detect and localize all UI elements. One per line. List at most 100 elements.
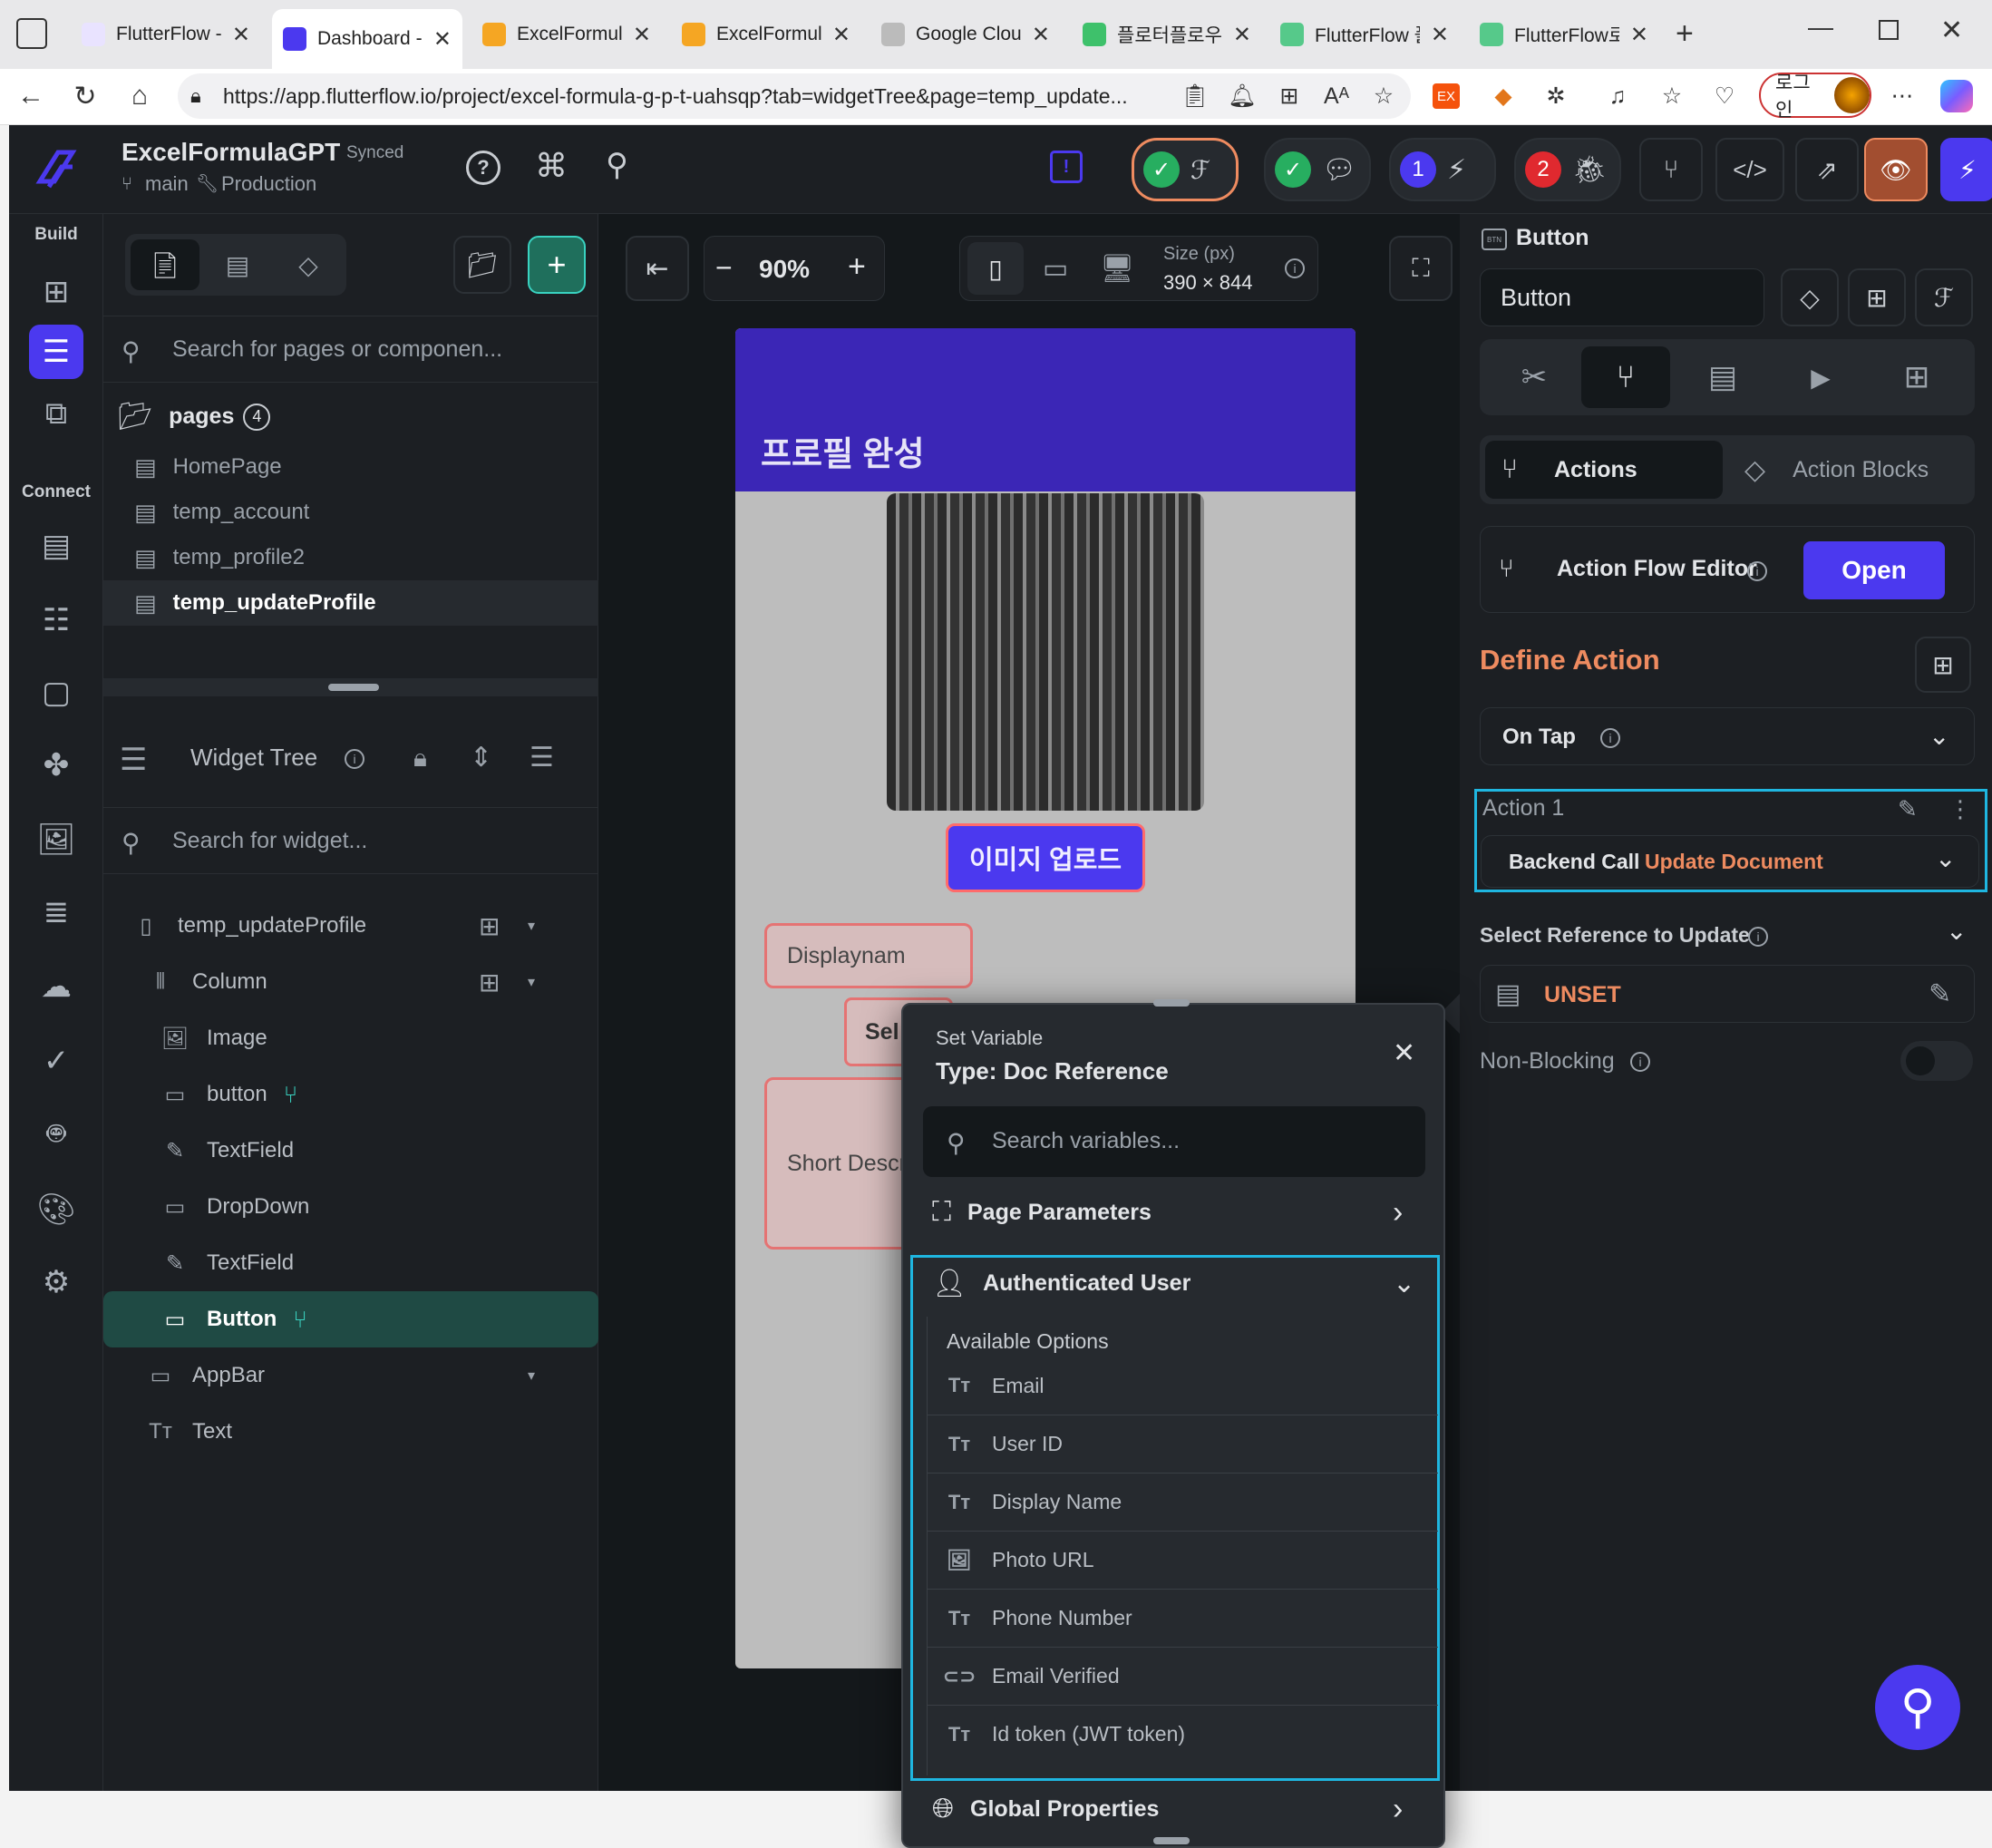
media-icon[interactable]: ♫ xyxy=(1601,80,1634,112)
widget-tree-node[interactable]: ⦀ Column ⊞ ▾ xyxy=(103,954,598,1010)
close-tab-icon[interactable]: ✕ xyxy=(1032,22,1050,48)
tablet-icon[interactable]: ▭ xyxy=(1033,246,1078,291)
actions-tab[interactable]: ⑂ Actions xyxy=(1485,441,1723,499)
settings-icon[interactable]: ⚙︎ xyxy=(29,1255,83,1309)
variable-option[interactable]: Tт Id token (JWT token) xyxy=(927,1705,1438,1763)
search-help-fab[interactable]: ⚲ xyxy=(1875,1665,1960,1750)
favorites-icon[interactable]: ☆ xyxy=(1656,80,1688,112)
widget-tree-node[interactable]: ✎ TextField xyxy=(103,1235,598,1291)
read-aloud-icon[interactable]: Aᴬ xyxy=(1320,80,1353,112)
more-icon[interactable]: ⋯ xyxy=(1886,80,1919,112)
close-tab-icon[interactable]: ✕ xyxy=(232,22,250,48)
caret-down-icon[interactable]: ▾ xyxy=(528,973,535,991)
chevron-down-icon[interactable]: ⌄ xyxy=(1946,916,1967,946)
info-icon[interactable]: i xyxy=(1630,1052,1650,1072)
add-folder-button[interactable]: 📁︎ xyxy=(453,236,511,294)
browser-tab[interactable]: FlutterFlow로 ✕ xyxy=(1469,9,1659,60)
canvas-settings-button[interactable]: ⛶ xyxy=(1389,236,1453,301)
palette-icon[interactable]: 🎨︎ xyxy=(29,1182,83,1237)
info-icon[interactable]: i xyxy=(345,749,364,769)
browser-tab[interactable]: ExcelFormula ✕ xyxy=(471,9,662,60)
more-vert-icon[interactable]: ⋮ xyxy=(1948,795,1972,823)
pages-tab-icon[interactable]: 📄︎ xyxy=(131,239,199,290)
edit-icon[interactable]: ✎ xyxy=(1929,978,1951,1010)
variable-option[interactable]: Tт Phone Number xyxy=(927,1589,1438,1647)
code-button[interactable]: </> xyxy=(1715,138,1784,201)
global-properties-item[interactable]: 🌐︎ Global Properties › xyxy=(932,1792,1422,1826)
bell-icon[interactable]: 🔔︎ xyxy=(1226,80,1258,112)
apps-icon[interactable]: ⊞ xyxy=(1273,80,1306,112)
authenticated-user-item[interactable]: 👤︎ Authenticated User ⌄ xyxy=(932,1268,1422,1299)
clipboard-icon[interactable]: 📋︎ xyxy=(1179,80,1211,112)
branch-tree-button[interactable]: ⑂ xyxy=(1639,138,1703,201)
variable-option[interactable]: ⊂⊃ Email Verified xyxy=(927,1647,1438,1705)
widget-tree-node[interactable]: Tт Text xyxy=(103,1404,598,1460)
close-tab-icon[interactable]: ✕ xyxy=(1431,22,1449,48)
variable-search[interactable]: ⚲ Search variables... xyxy=(923,1106,1425,1177)
widget-name-field[interactable]: Button xyxy=(1480,268,1764,326)
backend-call-dropdown[interactable]: Backend Call Update Document ⌄ xyxy=(1481,835,1979,888)
browser-tab[interactable]: FlutterFlow - I ✕ xyxy=(71,9,261,60)
widget-tree-node[interactable]: ▭ button ⑂ xyxy=(103,1066,598,1123)
widget-tree-node[interactable]: ▭ AppBar ▾ xyxy=(103,1347,598,1404)
page-item[interactable]: ▤ temp_account xyxy=(103,490,598,535)
close-icon[interactable]: ✕ xyxy=(1393,1037,1415,1069)
tree-options-icon[interactable]: ☰ xyxy=(530,742,554,773)
preview-button[interactable]: 👁︎ xyxy=(1864,138,1928,201)
widget-tree-node[interactable]: ✎ TextField xyxy=(103,1123,598,1179)
browser-tab[interactable]: Google Cloud ✕ xyxy=(870,9,1061,60)
collapse-panel-button[interactable]: ⇤ xyxy=(626,236,689,301)
media-assets-icon[interactable]: 🖼︎ xyxy=(29,812,83,867)
widget-tree-icon[interactable]: ☰ xyxy=(29,325,83,379)
widget-tree-node[interactable]: ▭ Button ⑂ xyxy=(103,1291,598,1347)
caret-down-icon[interactable]: ▾ xyxy=(528,917,535,935)
home-icon[interactable]: ⌂ xyxy=(121,78,158,114)
custom-code-icon[interactable]: ✤ xyxy=(29,738,83,793)
close-tab-icon[interactable]: ✕ xyxy=(1630,22,1648,48)
browser-tab[interactable]: FlutterFlow 플✕ xyxy=(1269,9,1460,60)
favorite-star-icon[interactable]: ☆ xyxy=(1367,80,1400,112)
variable-option[interactable]: Tт User ID xyxy=(927,1415,1438,1473)
info-icon[interactable]: i xyxy=(1600,728,1620,748)
image-upload-button[interactable]: 이미지 업로드 xyxy=(946,823,1145,892)
environment-name[interactable]: Production xyxy=(221,172,316,196)
zoom-level[interactable]: 90% xyxy=(759,255,810,284)
add-page-button[interactable]: + xyxy=(528,236,586,294)
browser-tab[interactable]: 플로터플로우 ✕ xyxy=(1072,9,1262,60)
open-flow-editor-button[interactable]: Open xyxy=(1803,541,1945,599)
widget-tree-node[interactable]: ▯ temp_updateProfile ⊞ ▾ xyxy=(103,898,598,954)
storyboard-icon[interactable]: ⧉ xyxy=(29,386,83,441)
zoom-out-icon[interactable]: − xyxy=(715,251,733,285)
theme-icon[interactable]: ≣ xyxy=(29,885,83,939)
cloud-icon[interactable]: ☁︎ xyxy=(29,959,83,1014)
browser-tab[interactable]: Dashboard - F✕ xyxy=(272,9,462,69)
displayname-textfield[interactable]: Displaynam xyxy=(764,923,973,988)
non-blocking-toggle[interactable] xyxy=(1900,1041,1973,1081)
properties-tab-icon[interactable]: ✂︎ xyxy=(1491,346,1578,408)
panel-resize-handle[interactable] xyxy=(103,678,598,696)
trigger-dropdown[interactable]: On Tap i ⌄ xyxy=(1480,707,1975,765)
add-child-icon[interactable]: ⊞ xyxy=(479,911,500,941)
docs-tab-icon[interactable]: ⊞ xyxy=(1873,346,1960,408)
phone-icon[interactable]: ▯ xyxy=(967,242,1024,295)
browser-tab[interactable]: ExcelFormula ✕ xyxy=(671,9,861,60)
page-parameters-item[interactable]: ⛶ Page Parameters › xyxy=(932,1195,1422,1230)
copilot-icon[interactable] xyxy=(1940,80,1973,112)
page-search[interactable]: ⚲ Search for pages or componen... xyxy=(103,316,598,383)
branch-name[interactable]: main xyxy=(145,172,189,196)
tab-actions-icon[interactable] xyxy=(16,18,47,49)
zoom-in-icon[interactable]: + xyxy=(848,249,866,285)
expand-collapse-icon[interactable]: ⇕ xyxy=(470,742,492,773)
library-tab-icon[interactable]: ◇ xyxy=(274,239,343,290)
info-icon[interactable]: i xyxy=(1285,258,1305,278)
close-tab-icon[interactable]: ✕ xyxy=(633,22,651,48)
variable-option[interactable]: Tт Display Name xyxy=(927,1473,1438,1531)
add-action-button[interactable]: ⊞ xyxy=(1915,637,1971,693)
run-pill[interactable]: 1 ⚡︎ xyxy=(1389,138,1496,201)
site-info-icon[interactable]: 🔒︎ xyxy=(190,84,201,108)
add-child-icon[interactable]: ⊞ xyxy=(479,968,500,997)
agents-icon[interactable]: 🤖︎ xyxy=(29,1106,83,1161)
close-tab-icon[interactable]: ✕ xyxy=(433,26,452,53)
app-state-icon[interactable]: ☷ xyxy=(29,593,83,647)
widget-tree-node[interactable]: 🖼︎ Image xyxy=(103,1010,598,1066)
